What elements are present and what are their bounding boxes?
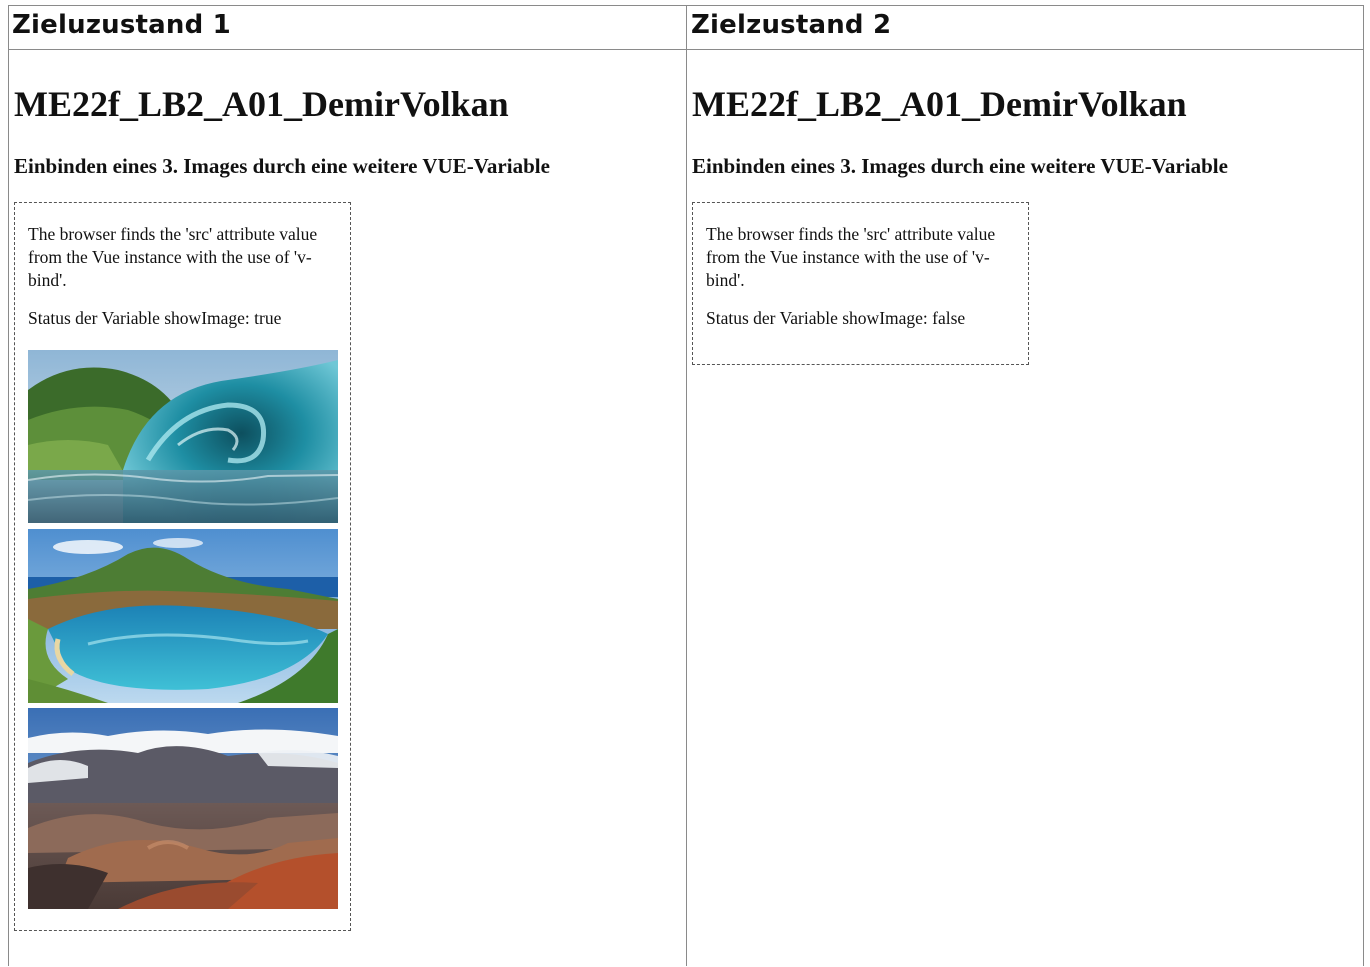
wave-image [28, 350, 338, 523]
page-subtitle: Einbinden eines 3. Images durch eine wei… [692, 154, 1228, 178]
status-text: Status der Variable showImage: false [706, 308, 966, 328]
volcano-image [28, 708, 338, 909]
description-text: The browser finds the 'src' attribute va… [28, 224, 318, 290]
page-subtitle: Einbinden eines 3. Images durch eine wei… [14, 154, 550, 178]
description-text: The browser finds the 'src' attribute va… [706, 224, 996, 290]
comparison-table: Zieluzustand 1 Zielzustand 2 ME22f_LB2_A… [8, 5, 1364, 966]
page-title: ME22f_LB2_A01_DemirVolkan [692, 84, 1187, 124]
status-text: Status der Variable showImage: true [28, 308, 282, 328]
target-state-1-panel: ME22f_LB2_A01_DemirVolkan Einbinden eine… [9, 50, 685, 967]
column-header-state-1: Zieluzustand 1 [12, 10, 231, 40]
bay-image [28, 529, 338, 703]
column-header-state-2: Zielzustand 2 [691, 10, 892, 40]
page-title: ME22f_LB2_A01_DemirVolkan [14, 84, 509, 124]
vue-app-box: The browser finds the 'src' attribute va… [692, 202, 1029, 365]
vue-app-box: The browser finds the 'src' attribute va… [14, 202, 351, 931]
target-state-2-panel: ME22f_LB2_A01_DemirVolkan Einbinden eine… [687, 50, 1363, 967]
